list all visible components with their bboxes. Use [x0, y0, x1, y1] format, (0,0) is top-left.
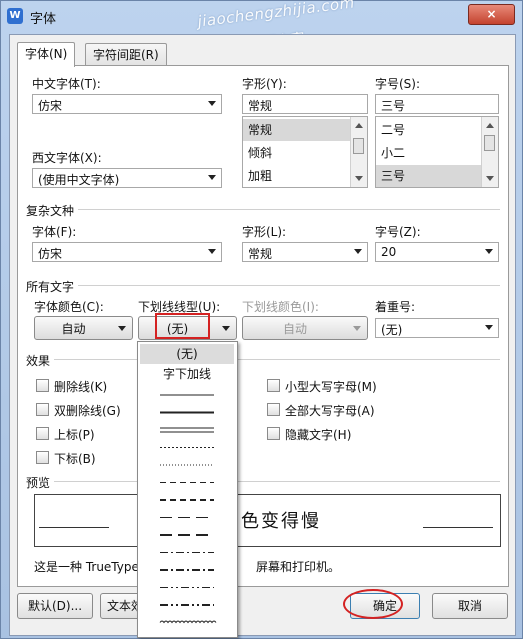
- size-input[interactable]: 三号: [375, 94, 499, 114]
- chevron-down-icon: [485, 325, 493, 330]
- font-color-button[interactable]: 自动: [34, 316, 133, 340]
- complex-font-value: 仿宋: [38, 247, 63, 261]
- list-item[interactable]: 倾斜: [243, 142, 351, 164]
- dialog-title: 字体: [30, 12, 57, 27]
- complex-section-header: 复杂文种: [26, 202, 500, 219]
- complex-style-value: 常规: [248, 247, 273, 261]
- highlight-annotation: [155, 313, 210, 339]
- chevron-down-icon: [222, 326, 230, 331]
- complex-size-value: 20: [381, 245, 397, 259]
- all-text-section-header: 所有文字: [26, 278, 500, 295]
- chevron-down-icon: [354, 249, 362, 254]
- preview-box: 日色变得慢: [34, 494, 501, 547]
- writer-app-icon: W: [7, 8, 23, 24]
- chinese-font-value: 仿宋: [38, 99, 63, 113]
- complex-style-select[interactable]: 常规: [242, 242, 368, 262]
- underline-style-wave: [159, 620, 217, 624]
- font-color-label: 字体颜色(C):: [34, 300, 104, 314]
- size-listbox[interactable]: 二号 小二 三号: [375, 116, 499, 188]
- complex-font-label: 字体(F):: [32, 225, 77, 239]
- list-item[interactable]: 三号: [376, 165, 482, 187]
- western-font-value: (使用中文字体): [38, 173, 120, 187]
- size-label: 字号(S):: [375, 77, 421, 91]
- chevron-down-icon: [208, 101, 216, 106]
- title-bar: W 字体 jiaochengzhijia.com 教程之家 ×: [1, 0, 522, 53]
- emphasis-value: (无): [381, 323, 403, 337]
- close-button[interactable]: ×: [468, 4, 515, 25]
- list-item[interactable]: 二号: [376, 119, 482, 141]
- font-dialog: W 字体 jiaochengzhijia.com 教程之家 × 字体(N) 字符…: [0, 0, 523, 639]
- list-item[interactable]: 加粗: [243, 165, 351, 187]
- underline-style-options[interactable]: [138, 386, 235, 636]
- list-item[interactable]: 常规: [243, 119, 351, 141]
- preview-note-end: 屏幕和打印机。: [256, 560, 341, 574]
- style-scrollbar[interactable]: [350, 117, 367, 187]
- style-listbox[interactable]: 常规 倾斜 加粗: [242, 116, 368, 188]
- chevron-down-icon: [485, 249, 493, 254]
- chevron-down-icon: [208, 249, 216, 254]
- dropdown-item-word-underline[interactable]: 字下加线: [140, 364, 234, 384]
- underline-color-label: 下划线颜色(I):: [242, 300, 319, 314]
- font-color-value: 自动: [61, 322, 86, 336]
- ok-highlight-annotation: [343, 589, 403, 619]
- western-font-select[interactable]: (使用中文字体): [32, 168, 222, 188]
- underline-color-button: 自动: [242, 316, 368, 340]
- size-scrollbar[interactable]: [481, 117, 498, 187]
- chinese-font-label: 中文字体(T):: [32, 77, 101, 91]
- dialog-client-area: 字体(N) 字符间距(R) 中文字体(T): 仿宋 字形(Y): 常规 常规 倾…: [9, 34, 516, 636]
- preview-section-header: 预览: [26, 474, 500, 491]
- complex-style-label: 字形(L):: [242, 225, 287, 239]
- emphasis-label: 着重号:: [375, 300, 416, 314]
- cancel-button[interactable]: 取消: [432, 593, 508, 619]
- list-item[interactable]: 小二: [376, 142, 482, 164]
- style-value: 常规: [248, 99, 273, 113]
- default-button[interactable]: 默认(D)...: [17, 593, 93, 619]
- underline-style-dropdown[interactable]: (无) 字下加线: [137, 341, 238, 638]
- complex-size-label: 字号(Z):: [375, 225, 421, 239]
- dropdown-item-none[interactable]: (无): [140, 344, 234, 364]
- style-input[interactable]: 常规: [242, 94, 368, 114]
- tab-font[interactable]: 字体(N): [17, 42, 76, 67]
- font-tab-panel: 中文字体(T): 仿宋 字形(Y): 常规 常规 倾斜 加粗 字号(S): 三号: [17, 65, 509, 587]
- complex-size-select[interactable]: 20: [375, 242, 499, 262]
- complex-font-select[interactable]: 仿宋: [32, 242, 222, 262]
- size-value: 三号: [381, 99, 406, 113]
- preview-note-start: 这是一种 TrueType: [34, 560, 139, 574]
- watermark-text: jiaochengzhijia.com: [196, 0, 356, 31]
- western-font-label: 西文字体(X):: [32, 151, 102, 165]
- chevron-down-icon: [208, 175, 216, 180]
- tab-character-spacing[interactable]: 字符间距(R): [85, 43, 167, 66]
- effects-section-header: 效果: [26, 352, 500, 369]
- emphasis-select[interactable]: (无): [375, 318, 499, 338]
- chevron-down-icon: [353, 326, 361, 331]
- underline-color-value: 自动: [282, 322, 307, 336]
- chevron-down-icon: [118, 326, 126, 331]
- chinese-font-select[interactable]: 仿宋: [32, 94, 222, 114]
- style-label: 字形(Y):: [242, 77, 287, 91]
